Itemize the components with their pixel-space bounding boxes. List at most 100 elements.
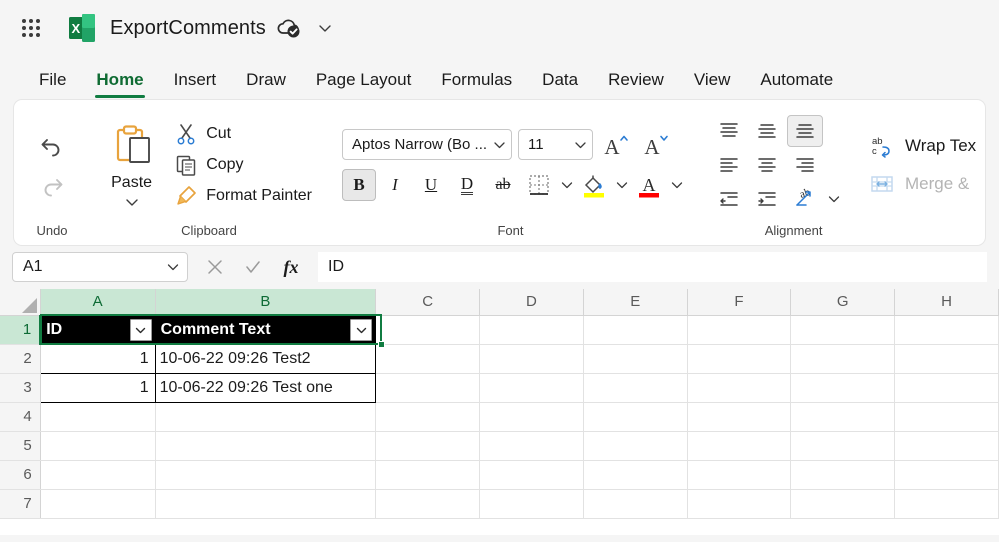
cell-a6[interactable]	[40, 460, 156, 490]
tab-insert[interactable]: Insert	[159, 68, 232, 100]
cell-a7[interactable]	[40, 489, 156, 519]
row-header-6[interactable]: 6	[0, 460, 41, 490]
cell-f6[interactable]	[687, 460, 792, 490]
cell-h6[interactable]	[894, 460, 999, 490]
cell-h3[interactable]	[894, 373, 999, 403]
cell-e1[interactable]	[583, 315, 688, 345]
align-top-button[interactable]	[711, 115, 747, 147]
cell-d4[interactable]	[479, 402, 584, 432]
align-center-button[interactable]	[749, 149, 785, 181]
title-chevron-down-icon[interactable]	[316, 19, 334, 37]
cell-a4[interactable]	[40, 402, 156, 432]
increase-indent-button[interactable]	[749, 183, 785, 215]
cell-a2[interactable]: 1	[39, 344, 156, 374]
cancel-formula-button[interactable]	[198, 252, 232, 282]
align-right-button[interactable]	[787, 149, 823, 181]
increase-font-size-button[interactable]: A	[599, 129, 633, 161]
cell-b1[interactable]: Comment Text	[155, 315, 377, 345]
cell-e6[interactable]	[583, 460, 688, 490]
fill-color-button[interactable]	[577, 169, 611, 201]
borders-button[interactable]	[522, 169, 556, 201]
cell-d3[interactable]	[479, 373, 584, 403]
column-header-f[interactable]: F	[687, 289, 792, 316]
tab-automate[interactable]: Automate	[745, 68, 848, 100]
cell-e4[interactable]	[583, 402, 688, 432]
cell-f5[interactable]	[687, 431, 792, 461]
enter-formula-button[interactable]	[236, 252, 270, 282]
font-color-chevron-down-icon[interactable]	[668, 179, 685, 191]
cell-f2[interactable]	[687, 344, 792, 374]
orientation-button[interactable]: ab	[787, 183, 823, 215]
cell-d2[interactable]	[479, 344, 584, 374]
column-header-b[interactable]: B	[155, 289, 377, 316]
tab-review[interactable]: Review	[593, 68, 679, 100]
italic-button[interactable]: I	[378, 169, 412, 201]
cell-e2[interactable]	[583, 344, 688, 374]
cell-f1[interactable]	[687, 315, 792, 345]
merge-center-button[interactable]: Merge &	[863, 168, 982, 200]
cell-e3[interactable]	[583, 373, 688, 403]
cut-button[interactable]: Cut	[171, 120, 320, 148]
cell-b5[interactable]	[155, 431, 377, 461]
double-underline-button[interactable]: D	[450, 169, 484, 201]
font-size-combo[interactable]: 11	[518, 129, 593, 160]
cell-b2[interactable]: 10-06-22 09:26 Test2	[154, 344, 377, 374]
cell-c4[interactable]	[375, 402, 481, 432]
name-box[interactable]: A1	[12, 252, 188, 282]
align-bottom-button[interactable]	[787, 114, 823, 147]
tab-formulas[interactable]: Formulas	[426, 68, 527, 100]
tab-page-layout[interactable]: Page Layout	[301, 68, 426, 100]
row-header-5[interactable]: 5	[0, 431, 41, 461]
cell-a1[interactable]: ID	[40, 315, 156, 345]
cell-g4[interactable]	[790, 402, 896, 432]
cell-g7[interactable]	[790, 489, 896, 519]
copy-button[interactable]: Copy	[171, 151, 320, 179]
cell-g5[interactable]	[790, 431, 896, 461]
cell-e5[interactable]	[583, 431, 688, 461]
filter-dropdown-icon-b1[interactable]	[350, 319, 373, 341]
row-header-2[interactable]: 2	[0, 344, 41, 374]
app-launcher-icon[interactable]	[14, 11, 48, 45]
cell-f3[interactable]	[687, 373, 792, 403]
decrease-indent-button[interactable]	[711, 183, 747, 215]
cell-f4[interactable]	[687, 402, 792, 432]
cell-g6[interactable]	[790, 460, 896, 490]
cell-h5[interactable]	[894, 431, 999, 461]
column-header-h[interactable]: H	[894, 289, 999, 316]
tab-home[interactable]: Home	[81, 68, 158, 100]
row-header-1[interactable]: 1	[0, 315, 42, 345]
column-header-a[interactable]: A	[40, 289, 156, 316]
cell-b3[interactable]: 10-06-22 09:26 Test one	[154, 373, 377, 403]
cell-h4[interactable]	[894, 402, 999, 432]
cell-c5[interactable]	[375, 431, 481, 461]
cell-b7[interactable]	[155, 489, 377, 519]
tab-file[interactable]: File	[24, 68, 81, 100]
fill-handle[interactable]	[378, 341, 385, 348]
undo-button[interactable]	[32, 127, 72, 163]
format-painter-button[interactable]: Format Painter	[171, 182, 320, 210]
cell-h2[interactable]	[894, 344, 999, 374]
cell-h1[interactable]	[894, 315, 999, 345]
tab-data[interactable]: Data	[527, 68, 593, 100]
decrease-font-size-button[interactable]: A	[639, 129, 673, 161]
cell-c3[interactable]	[375, 373, 481, 403]
cell-g3[interactable]	[790, 373, 896, 403]
column-header-d[interactable]: D	[479, 289, 584, 316]
strikethrough-button[interactable]: ab	[486, 169, 520, 201]
cell-c7[interactable]	[375, 489, 481, 519]
align-middle-button[interactable]	[749, 115, 785, 147]
font-color-button[interactable]: A	[632, 169, 666, 201]
redo-button[interactable]	[32, 167, 72, 203]
cell-d1[interactable]	[479, 315, 584, 345]
cell-g1[interactable]	[790, 315, 896, 345]
document-title[interactable]: ExportComments	[110, 17, 266, 40]
align-left-button[interactable]	[711, 149, 747, 181]
select-all-button[interactable]	[0, 289, 41, 316]
cell-d5[interactable]	[479, 431, 584, 461]
cell-d6[interactable]	[479, 460, 584, 490]
fill-color-chevron-down-icon[interactable]	[613, 179, 630, 191]
cell-c2[interactable]	[375, 344, 481, 374]
font-name-combo[interactable]: Aptos Narrow (Bo ...	[342, 129, 512, 160]
row-header-3[interactable]: 3	[0, 373, 41, 403]
cell-b6[interactable]	[155, 460, 377, 490]
